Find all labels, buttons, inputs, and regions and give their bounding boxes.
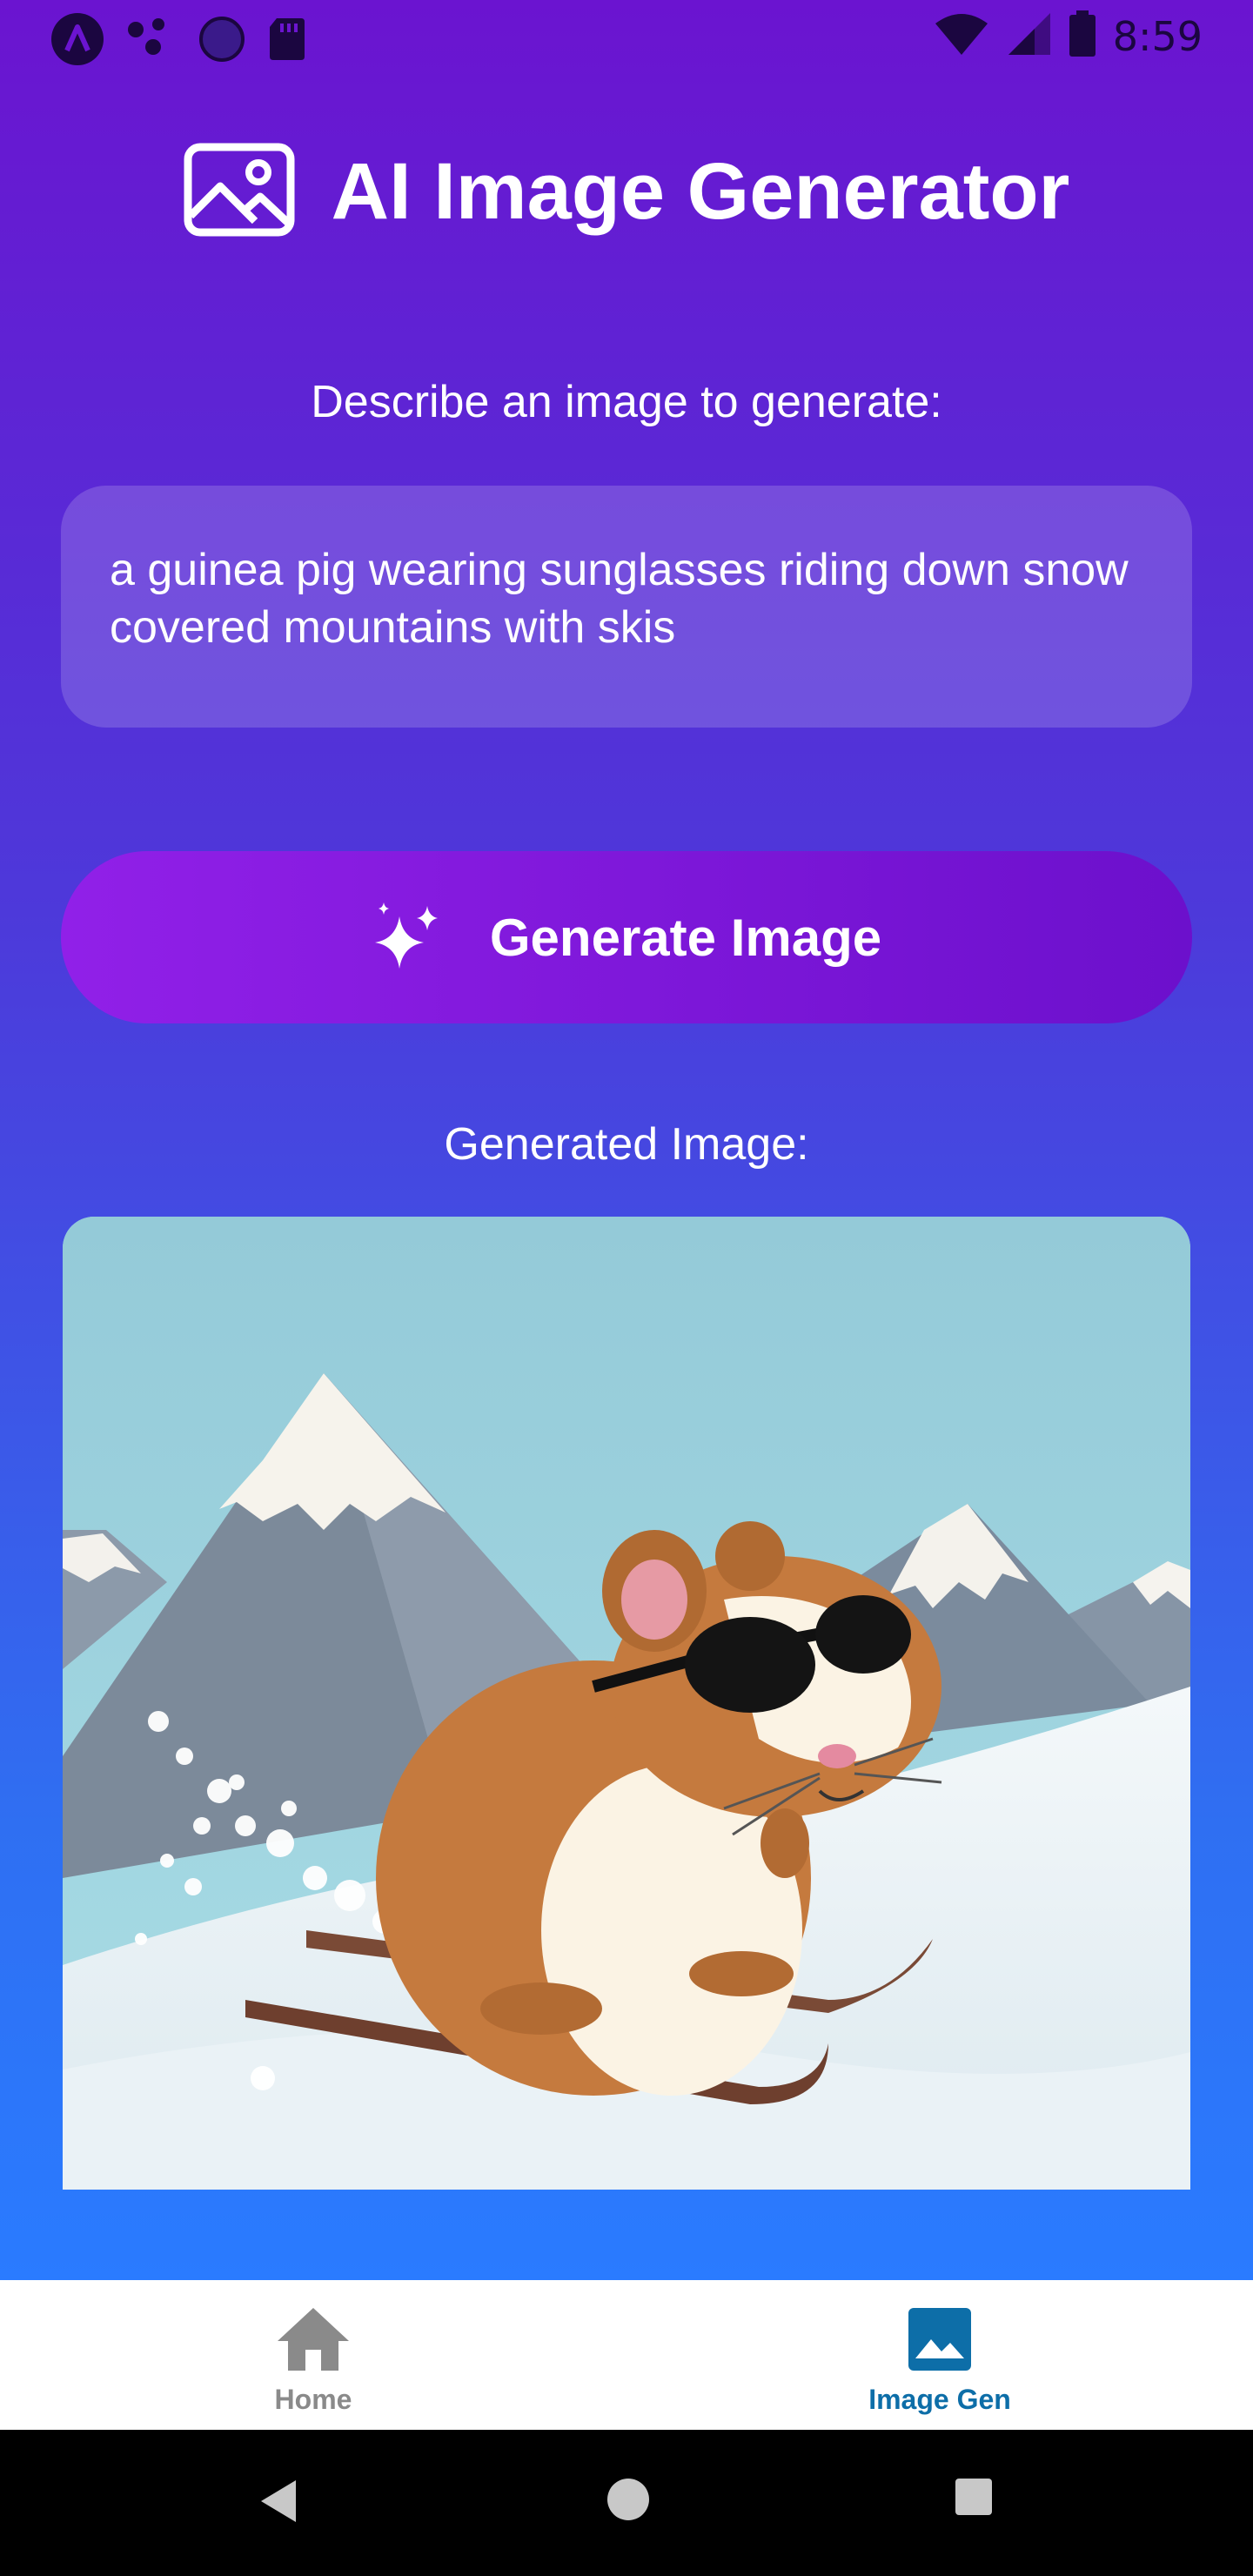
nav-label-home: Home xyxy=(274,2384,352,2415)
nav-item-image-gen[interactable]: Image Gen xyxy=(626,2280,1253,2430)
image-icon xyxy=(184,143,295,241)
generated-image xyxy=(63,1217,1190,2190)
generate-image-button[interactable]: Generate Image xyxy=(61,851,1192,1023)
app-screen: 8:59 AI Image Generator Describe an imag… xyxy=(0,0,1253,2280)
nav-label-image-gen: Image Gen xyxy=(868,2384,1011,2415)
prompt-input[interactable]: a guinea pig wearing sunglasses riding d… xyxy=(61,486,1192,728)
circle-icon xyxy=(198,16,245,67)
app-header: AI Image Generator xyxy=(0,139,1253,244)
home-icon xyxy=(276,2306,351,2377)
nav-item-home[interactable]: Home xyxy=(0,2280,626,2430)
sd-card-icon xyxy=(268,17,306,66)
system-nav-bar xyxy=(0,2430,1253,2576)
signal-icon xyxy=(1005,11,1052,61)
battery-icon xyxy=(1068,10,1097,62)
back-icon[interactable] xyxy=(258,2477,299,2530)
recents-icon[interactable] xyxy=(954,2477,994,2521)
dots-icon xyxy=(127,17,176,65)
result-label: Generated Image: xyxy=(444,1119,809,1170)
page-title: AI Image Generator xyxy=(331,146,1070,236)
image-gen-icon xyxy=(907,2306,973,2377)
wifi-icon xyxy=(934,11,989,61)
bottom-nav: Home Image Gen xyxy=(0,2280,1253,2430)
prompt-input-value: a guinea pig wearing sunglasses riding d… xyxy=(110,545,1129,653)
home-circle-icon[interactable] xyxy=(606,2477,651,2526)
sparkles-icon xyxy=(372,899,445,976)
generate-image-label: Generate Image xyxy=(489,908,882,967)
status-time: 8:59 xyxy=(1112,12,1203,60)
status-bar: 8:59 xyxy=(0,0,1253,73)
prompt-label: Describe an image to generate: xyxy=(311,377,942,427)
app-logo-icon xyxy=(50,12,104,70)
